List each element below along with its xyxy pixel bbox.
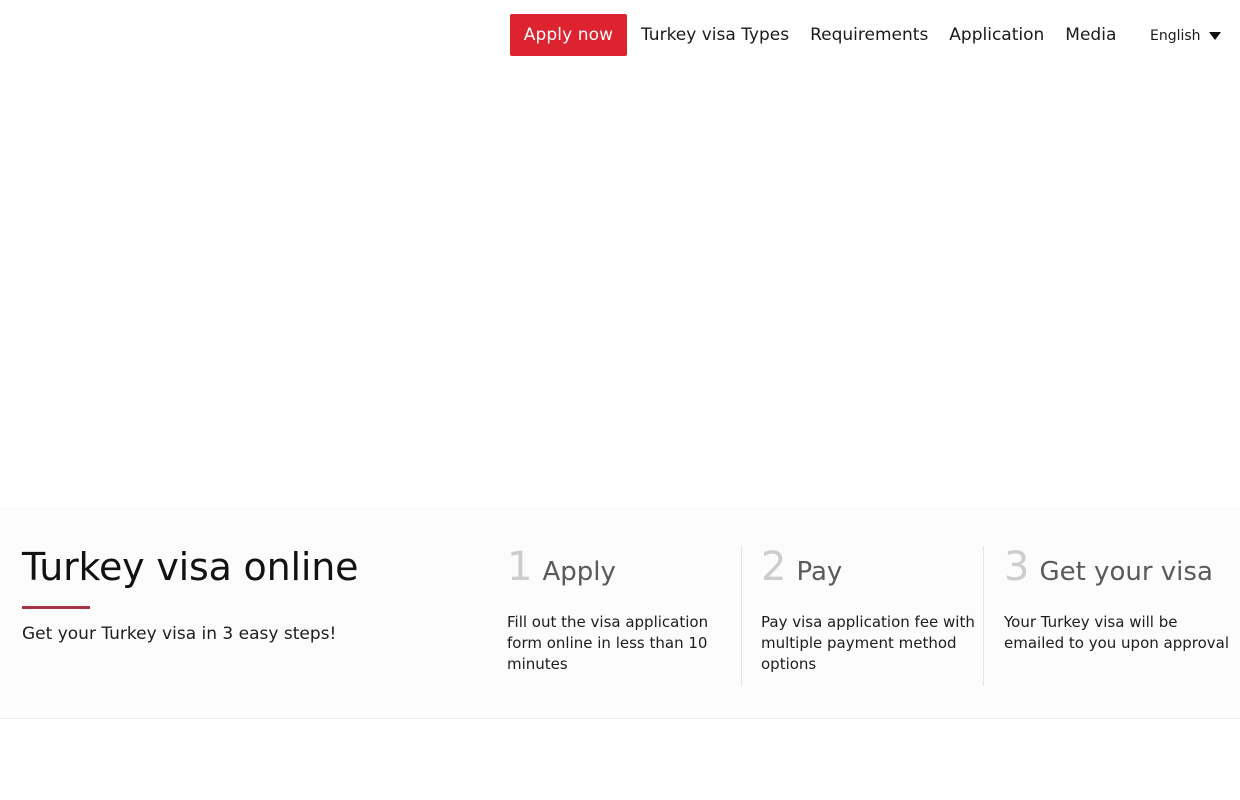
page-title: Turkey visa online	[22, 545, 359, 589]
chevron-down-icon	[1208, 32, 1221, 40]
step-description: Pay visa application fee with multiple p…	[761, 613, 975, 673]
step-number: 1	[507, 544, 533, 590]
intro-block: Turkey visa online Get your Turkey visa …	[22, 545, 472, 646]
nav-item-turkey-visa-types[interactable]: Turkey visa Types	[641, 23, 789, 47]
step-item-pay: 2 Pay Pay visa application fee with mult…	[761, 545, 976, 675]
step-header: 3 Get your visa	[1004, 545, 1234, 589]
step-description: Fill out the visa application form onlin…	[507, 613, 709, 673]
main-navigation: Turkey visa Types Requirements Applicati…	[641, 23, 1116, 47]
title-underline-rule	[22, 606, 90, 609]
steps-band: Turkey visa online Get your Turkey visa …	[0, 508, 1240, 719]
step-number: 2	[761, 544, 787, 590]
language-selector-label: English	[1150, 28, 1201, 44]
apply-now-button[interactable]: Apply now	[510, 14, 627, 56]
step-title: Pay	[796, 557, 843, 587]
header-inner: Apply now Turkey visa Types Requirements…	[0, 0, 1240, 70]
steps-row: 1 Apply Fill out the visa application fo…	[507, 545, 1229, 695]
language-selector[interactable]: English	[1150, 25, 1221, 47]
site-header: Apply now Turkey visa Types Requirements…	[0, 0, 1240, 70]
step-item-apply: 1 Apply Fill out the visa application fo…	[507, 545, 722, 675]
hero-banner	[0, 70, 1240, 508]
step-number: 3	[1004, 544, 1030, 590]
step-title: Get your visa	[1039, 557, 1213, 587]
nav-item-requirements[interactable]: Requirements	[810, 23, 928, 47]
step-header: 1 Apply	[507, 545, 722, 589]
page-bottom-whitespace	[0, 719, 1240, 800]
step-item-get-your-visa: 3 Get your visa Your Turkey visa will be…	[1004, 545, 1234, 654]
step-description: Your Turkey visa will be emailed to you …	[1004, 613, 1230, 652]
nav-item-media[interactable]: Media	[1065, 23, 1116, 47]
page-subtitle: Get your Turkey visa in 3 easy steps!	[22, 624, 337, 644]
step-title: Apply	[542, 557, 616, 587]
nav-item-application[interactable]: Application	[949, 23, 1044, 47]
step-header: 2 Pay	[761, 545, 976, 589]
